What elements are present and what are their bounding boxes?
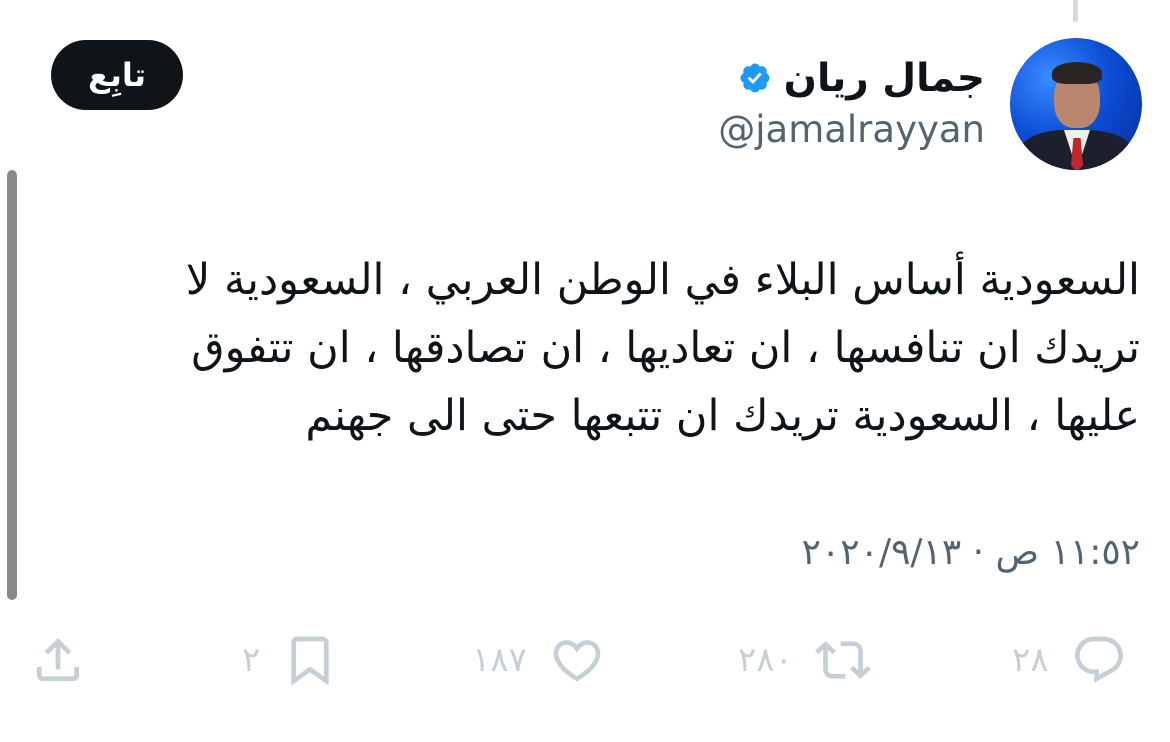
avatar-hair bbox=[1052, 62, 1102, 84]
display-name[interactable]: جمال ريان bbox=[784, 56, 985, 101]
author-name-row[interactable]: جمال ريان bbox=[738, 52, 985, 104]
tweet-text-line: تريدك ان تنافسها ، ان تعاديها ، ان تصادق… bbox=[191, 323, 1140, 373]
like-button[interactable]: ١٨٧ bbox=[472, 625, 605, 695]
verified-badge-icon bbox=[740, 63, 770, 93]
tweet-actions-bar: ٢٨ ٢٨٠ ١٨٧ ٢ bbox=[0, 625, 1170, 695]
tweet-text: السعودية أساس البلاء في الوطن العربي ، ا… bbox=[100, 246, 1140, 450]
retweet-button[interactable]: ٢٨٠ bbox=[738, 625, 871, 695]
thread-connector-line bbox=[1073, 0, 1078, 22]
retweet-icon bbox=[814, 641, 871, 679]
share-icon bbox=[37, 638, 79, 681]
reply-button[interactable]: ٢٨ bbox=[1012, 625, 1127, 695]
retweet-count: ٢٨٠ bbox=[738, 640, 793, 680]
tweet-text-line: السعودية أساس البلاء في الوطن العربي ، ا… bbox=[185, 255, 1140, 305]
follow-button[interactable]: تابِع bbox=[51, 40, 183, 110]
bookmark-button[interactable]: ٢ bbox=[242, 625, 338, 695]
scrollbar[interactable] bbox=[7, 170, 17, 600]
tweet-timestamp[interactable]: ١١:٥٢ ص · ٢٠٢٠/٩/١٣ bbox=[802, 532, 1140, 573]
reply-icon bbox=[1074, 636, 1123, 683]
reply-count: ٢٨ bbox=[1012, 640, 1049, 680]
like-icon bbox=[553, 640, 601, 682]
author-handle[interactable]: @jamalrayyan bbox=[718, 108, 985, 151]
avatar[interactable] bbox=[1010, 38, 1142, 170]
bookmark-count: ٢ bbox=[242, 640, 261, 680]
bookmark-icon bbox=[291, 636, 329, 686]
share-button[interactable] bbox=[30, 625, 86, 695]
tweet-text-line: عليها ، السعودية تريدك ان تتبعها حتى الى… bbox=[305, 391, 1140, 441]
like-count: ١٨٧ bbox=[472, 640, 527, 680]
